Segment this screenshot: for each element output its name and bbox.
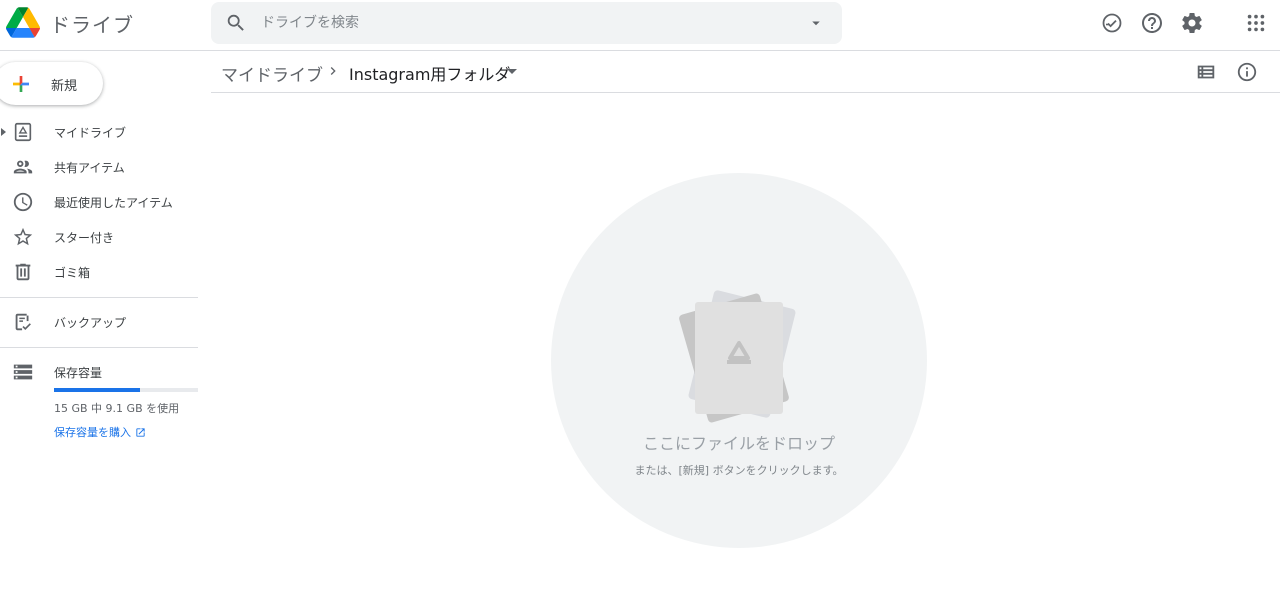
backup-icon [15,313,31,331]
search-icon[interactable] [225,12,247,34]
new-button[interactable]: 新規 [0,62,103,105]
list-view-icon[interactable] [1195,61,1217,83]
sidebar-item-backup[interactable]: バックアップ [0,306,198,338]
sidebar-item-trash[interactable]: ゴミ箱 [0,256,198,288]
sidebar-item-label: マイドライブ [54,126,127,140]
sidebar-item-my-drive[interactable]: マイドライブ [0,116,198,148]
info-icon[interactable] [1236,61,1258,83]
breadcrumb: マイドライブ Instagram用フォルダ [211,52,1280,93]
new-button-label: 新規 [51,79,78,94]
star-icon [13,227,33,246]
apps-grid-icon[interactable] [1245,12,1267,34]
sidebar-item-label: バックアップ [54,316,127,330]
trash-icon [15,263,31,281]
search-options-dropdown-icon[interactable] [807,14,825,32]
offline-check-icon[interactable] [1100,11,1124,35]
sidebar-item-label: 共有アイテム [54,161,125,175]
sidebar-item-label: スター付き [54,231,115,245]
search-input[interactable] [261,12,781,34]
sidebar-item-label: 最近使用したアイテム [54,196,173,210]
breadcrumb-current-folder[interactable]: Instagram用フォルダ [349,61,510,85]
sidebar-item-starred[interactable]: スター付き [0,221,198,253]
drop-zone-title: ここにファイルをドロップ [642,434,835,453]
sidebar-item-recent[interactable]: 最近使用したアイテム [0,186,198,218]
storage-usage-bar [54,388,198,392]
buy-storage-label: 保存容量を購入 [54,426,131,439]
sidebar-item-storage[interactable]: 保存容量 [0,356,198,388]
app-title: ドライブ [50,13,134,37]
storage-usage-fill [54,388,141,392]
external-link-icon [136,427,145,437]
sidebar-item-shared[interactable]: 共有アイテム [0,151,198,183]
storage-label: 保存容量 [54,366,103,380]
storage-icon [13,364,33,380]
settings-icon[interactable] [1180,11,1204,35]
top-header: ドライブ [0,0,1280,51]
drop-zone-subtitle: または、[新規] ボタンをクリックします。 [634,464,844,477]
sidebar-divider [0,297,198,298]
drive-logo-icon[interactable] [6,7,40,38]
chevron-right-icon [330,67,336,75]
search-bar[interactable] [211,2,842,44]
shared-icon [13,160,33,174]
plus-icon [13,76,29,92]
sidebar-divider [0,347,198,348]
expand-caret-icon[interactable] [1,128,6,136]
storage-usage-text: 15 GB 中 9.1 GB を使用 [54,402,180,415]
drop-files-illustration-icon [679,290,796,423]
sidebar-item-label: ゴミ箱 [54,266,91,280]
buy-storage-link[interactable]: 保存容量を購入 [54,424,146,440]
clock-icon [13,192,33,212]
my-drive-icon [14,122,32,142]
breadcrumb-my-drive[interactable]: マイドライブ [221,61,323,86]
folder-menu-dropdown-icon[interactable] [507,69,517,74]
help-icon[interactable] [1140,11,1164,35]
